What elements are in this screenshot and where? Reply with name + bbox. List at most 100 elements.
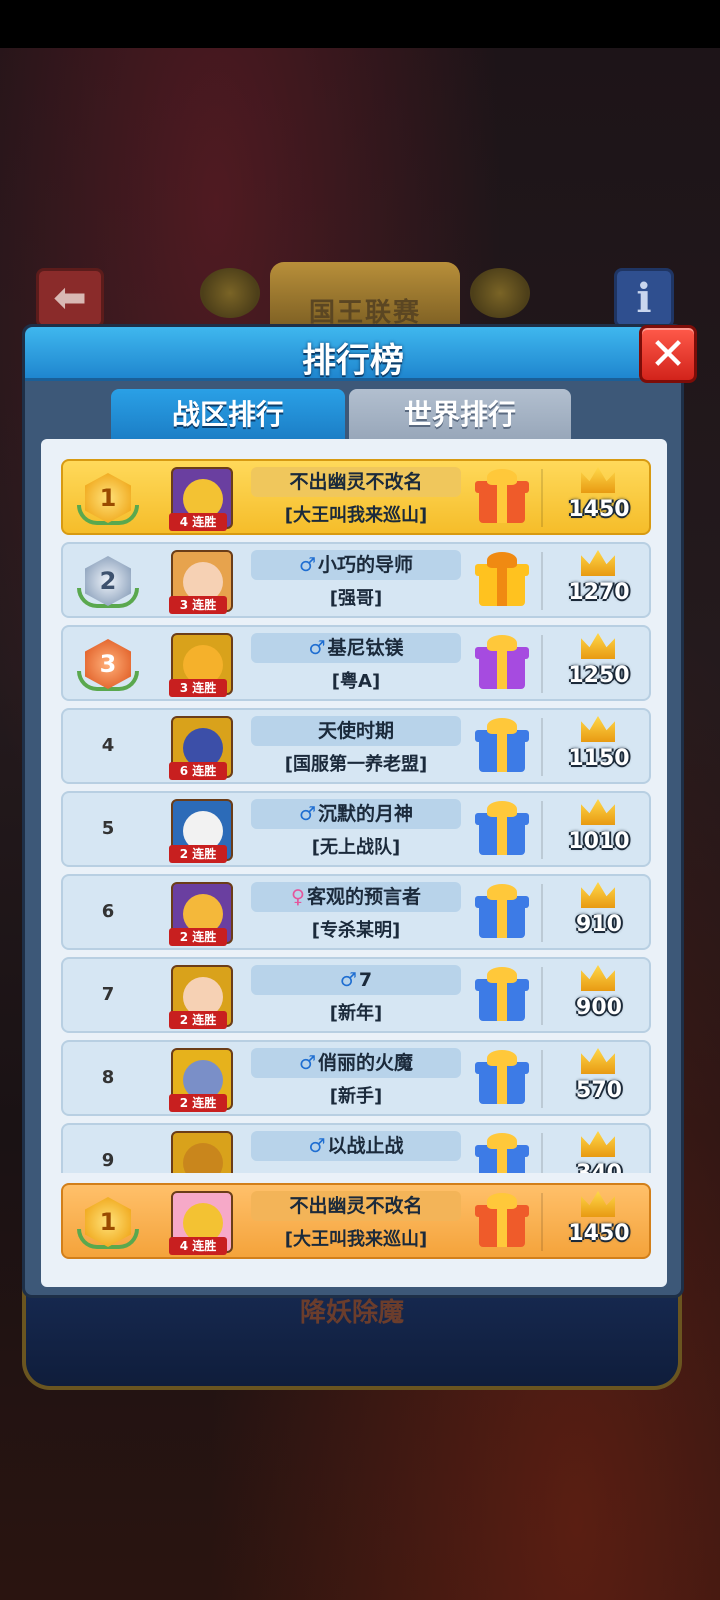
dialog-header: 排行榜 [25,327,681,381]
gift-icon[interactable] [475,1133,529,1173]
gift-bow-part [487,469,517,485]
gift-icon[interactable] [475,1050,529,1106]
gift-ribbon-v-part [497,564,507,606]
player-name-text: 天使时期 [317,720,394,742]
player-name: ♂ 基尼钛镁 [251,633,461,663]
tab-region-ranking[interactable]: 战区排行 [111,389,345,441]
leaderboard-row[interactable]: 72 连胜 ♂ 7 [新年] 900 [61,957,651,1033]
leaderboard-row[interactable]: 14 连胜 不出幽灵不改名 [大王叫我来巡山] 1450 [61,459,651,535]
player-name-text: 基尼钛镁 [327,637,404,659]
male-icon: ♂ [298,803,317,825]
rank-number: 6 [101,901,115,922]
divider [541,884,543,942]
gift-ribbon-v-part [497,1062,507,1104]
leaderboard-row[interactable]: 4 6 连胜 天使时期 [国服第一养老盟] 1150 [61,708,651,784]
gift-bow-part [487,1133,517,1149]
ranking-list-area: 14 连胜 不出幽灵不改名 [大王叫我来巡山] 1450 2 3 连胜 ♂ 小巧的导师 [强哥]… [41,439,667,1287]
trophy-score: 1010 [568,829,630,854]
divider [541,718,543,776]
crown-icon [581,1048,615,1074]
male-icon: ♂ [298,1052,317,1074]
player-name: 天使时期 [251,716,461,746]
male-icon: ♂ [339,969,357,991]
crown-icon [581,716,615,742]
team-name: [新手] [329,1086,383,1107]
win-streak-badge: 2 连胜 [169,1011,227,1029]
trophy-score: 1450 [568,497,630,522]
player-name-text: 不出幽灵不改名 [289,471,423,493]
team-name: [国服第一养老盟] [284,754,428,775]
gift-icon[interactable] [475,469,529,525]
ranking-list[interactable]: 14 连胜 不出幽灵不改名 [大王叫我来巡山] 1450 2 3 连胜 ♂ 小巧的导师 [强哥]… [41,439,667,1173]
team-name: [强哥] [329,588,383,609]
crown-icon [581,633,615,659]
crown-icon [581,882,615,908]
divider [541,635,543,693]
player-name-text: 不出幽灵不改名 [289,1195,423,1217]
crown-icon [581,965,615,991]
player-name: ♂ 以战止战 [251,1131,461,1161]
crown-icon [581,1131,615,1157]
leaderboard-row[interactable]: 8 2 连胜 ♂ 俏丽的火魔 [新手] 570 [61,1040,651,1116]
back-button[interactable]: ⬅ [36,268,104,328]
team-name: [无上战队] [311,837,401,858]
close-icon: ✕ [649,328,687,380]
win-streak-badge: 3 连胜 [169,679,227,697]
team-name: [大王叫我来巡山] [284,1229,428,1250]
divider [541,552,543,610]
leaderboard-row[interactable]: 33 连胜 ♂ 基尼钛镁 [粤A] 1250 [61,625,651,701]
player-name-text: 以战止战 [327,1135,404,1157]
win-streak-badge: 3 连胜 [169,596,227,614]
info-icon: i [636,274,652,322]
leaderboard-row[interactable]: 23 连胜 ♂ 小巧的导师 [强哥] 1270 [61,542,651,618]
tab-world-ranking[interactable]: 世界排行 [349,389,571,441]
status-bar [0,0,720,48]
win-streak-badge: 4 连胜 [169,513,227,531]
self-rank-row[interactable]: 14 连胜 不出幽灵不改名 [大王叫我来巡山] 1450 [61,1183,651,1259]
gift-ribbon-v-part [497,1205,507,1247]
gift-ribbon-v-part [497,1145,507,1173]
player-name: ♂ 沉默的月神 [251,799,461,829]
close-button[interactable]: ✕ [639,325,697,383]
info-button[interactable]: i [614,268,674,328]
gift-icon[interactable] [475,884,529,940]
player-name: 不出幽灵不改名 [251,467,461,497]
win-streak-badge: 2 连胜 [169,928,227,946]
win-streak-badge: 6 连胜 [169,762,227,780]
gift-icon[interactable] [475,718,529,774]
rank-number: 7 [101,984,115,1005]
dialog-title: 排行榜 [302,341,404,381]
player-name-text: 沉默的月神 [318,803,414,825]
win-streak-badge: 4 连胜 [169,1237,227,1255]
leaderboard-row[interactable]: 9 ♂以战止战 340 [61,1123,651,1173]
divider [541,801,543,859]
gift-bow-part [487,635,517,651]
leaderboard-row[interactable]: 5 2 连胜 ♂ 沉默的月神 [无上战队] 1010 [61,791,651,867]
male-icon: ♂ [308,637,326,659]
leaderboard-row[interactable]: 6 2 连胜 ♀ 客观的预言者 [专杀某明] 910 [61,874,651,950]
gift-icon[interactable] [475,801,529,857]
team-name: [新年] [329,1003,383,1024]
player-name: ♂ 俏丽的火魔 [251,1048,461,1078]
gift-icon[interactable] [475,967,529,1023]
trophy-score: 1270 [568,580,630,605]
crown-icon [581,550,615,576]
rank-number: 9 [101,1150,115,1171]
win-streak-badge: 2 连胜 [169,845,227,863]
rank-number: 8 [101,1067,115,1088]
player-name-text: 俏丽的火魔 [318,1052,414,1074]
player-name: ♀ 客观的预言者 [251,882,461,912]
trophy-score: 1150 [568,746,630,771]
rank-number: 4 [101,735,115,756]
trophy-score: 900 [576,995,622,1020]
gift-icon[interactable] [475,1193,529,1249]
gift-bow-part [487,1050,517,1066]
player-avatar[interactable] [171,1131,233,1173]
team-name: [粤A] [331,671,381,692]
gift-icon[interactable] [475,552,529,608]
player-name-text: 7 [358,969,373,991]
team-name: [专杀某明] [311,920,401,941]
gift-bow-part [487,967,517,983]
leaderboard-dialog: 排行榜 ✕ 战区排行 世界排行 14 连胜 不出幽灵不改名 [大王叫我来巡山] 145… [22,324,697,1298]
gift-icon[interactable] [475,635,529,691]
